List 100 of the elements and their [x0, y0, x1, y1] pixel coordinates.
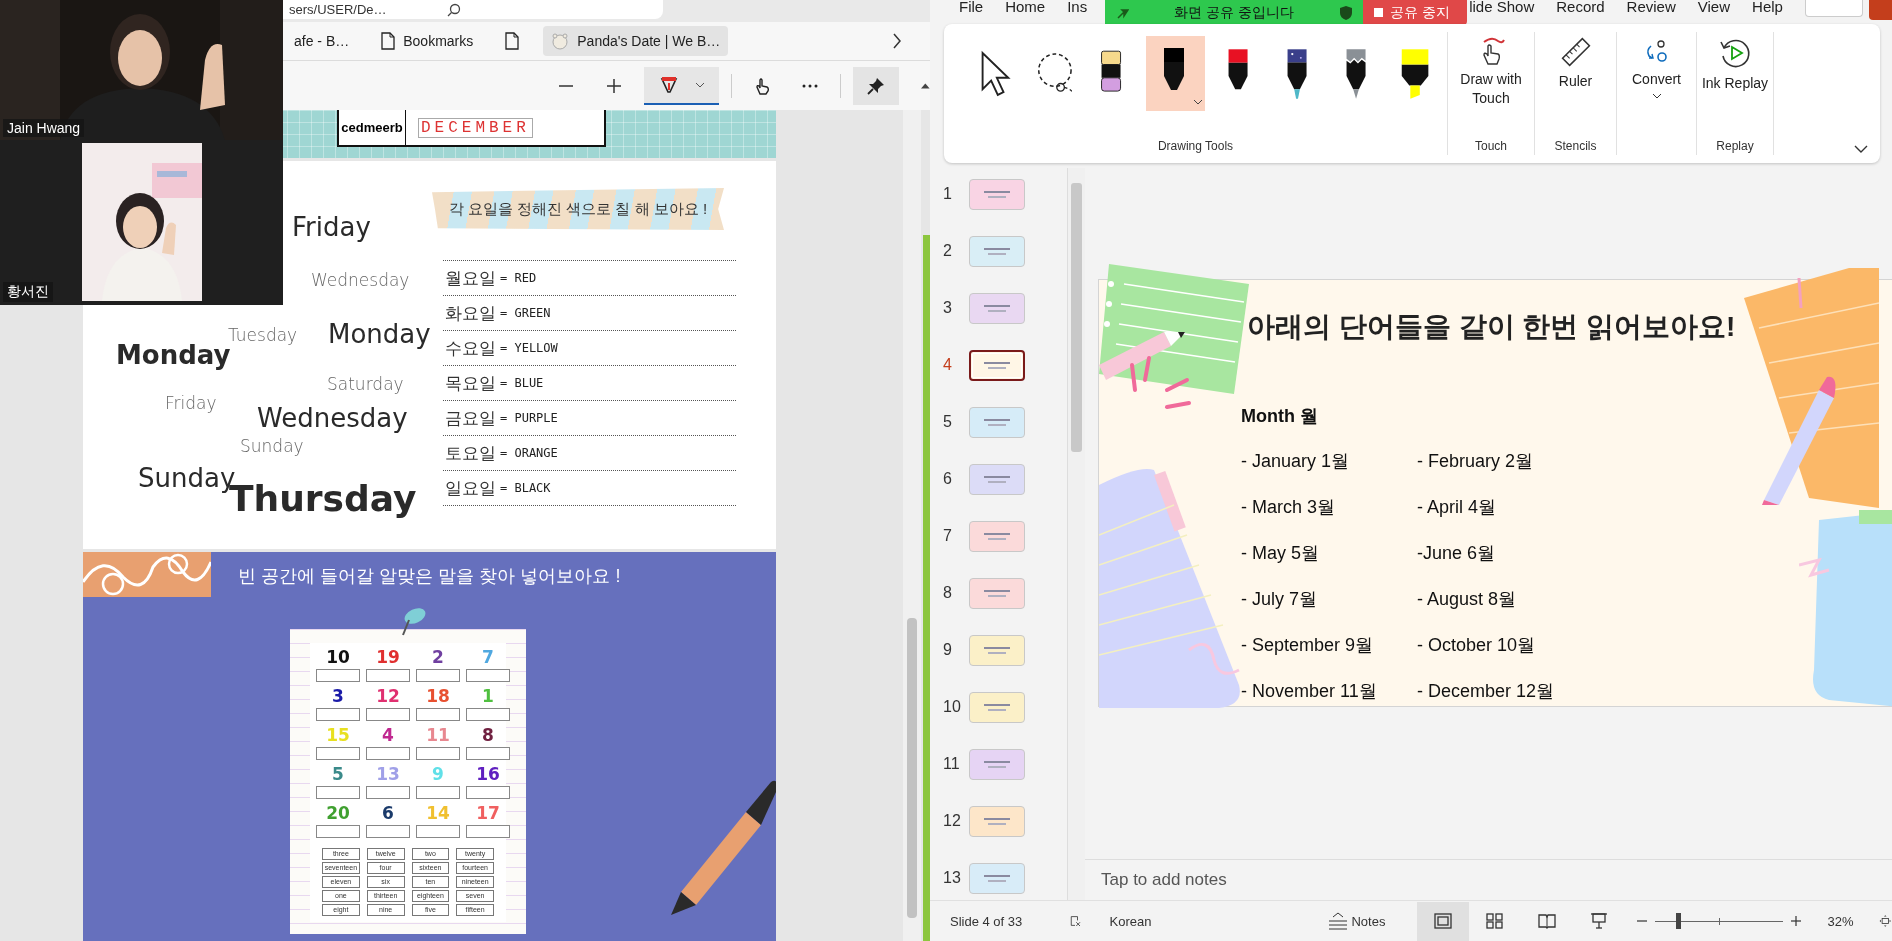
color-label: = BLACK — [500, 481, 551, 495]
group-label: Drawing Tools — [1157, 138, 1234, 155]
scrollbar-thumb[interactable] — [1071, 183, 1082, 452]
answer-blank — [416, 786, 460, 799]
ruler-button[interactable]: Ruler — [1556, 32, 1595, 95]
number-text: 10 — [326, 647, 350, 667]
day-word: Sunday — [240, 435, 304, 457]
draw-tool-button[interactable] — [644, 66, 719, 105]
menu-item[interactable]: Review — [1626, 0, 1676, 14]
number-text: 5 — [332, 764, 344, 784]
number-text: 1 — [482, 686, 494, 706]
touch-button[interactable]: Draw with Touch — [1453, 32, 1529, 112]
slide-thumbnail[interactable] — [969, 350, 1025, 381]
slide-number: 1 — [942, 184, 953, 203]
scrambled-word: cedmeerb — [341, 120, 403, 135]
shield-icon — [1339, 4, 1354, 21]
month-item: - May 5월 — [1241, 542, 1320, 565]
month-item: - March 3월 — [1241, 496, 1337, 519]
slide-number: 2 — [942, 241, 953, 260]
replay-button[interactable]: Ink Replay — [1699, 32, 1771, 97]
menu-item[interactable]: View — [1697, 0, 1731, 14]
month-item: - July 7월 — [1241, 588, 1319, 611]
slide-number: 9 — [942, 640, 953, 659]
group-label: Touch — [1475, 138, 1507, 155]
convert-button[interactable]: Convert — [1630, 32, 1683, 103]
sorter-view-icon — [1485, 911, 1506, 931]
search-icon[interactable] — [446, 2, 461, 17]
chevron-right-icon[interactable] — [892, 33, 902, 49]
number-text: 20 — [326, 803, 350, 823]
color-label: = GREEN — [500, 306, 551, 320]
pin-button[interactable] — [852, 66, 900, 105]
color-label: = YELLOW — [500, 341, 558, 355]
weekday-label: 수요일 — [445, 337, 496, 360]
answer-blank — [366, 747, 410, 760]
scrollbar[interactable] — [1067, 168, 1085, 900]
answer-blank — [316, 669, 360, 682]
weekday-label: 화요일 — [445, 302, 496, 325]
slide-number: 3 — [942, 298, 953, 317]
collapse-icon[interactable] — [1854, 145, 1868, 153]
slide-title: 아래의 단어들을 같이 한번 읽어보아요! — [1247, 310, 1736, 344]
handwritten-answer: DECEMBER — [418, 117, 533, 138]
share-button[interactable] — [1868, 0, 1892, 20]
color-label: = BLUE — [500, 376, 544, 390]
slide-number: 13 — [942, 868, 962, 887]
scrollbar[interactable] — [903, 110, 921, 941]
answer-blank — [316, 786, 360, 799]
month-item: - December 12월 — [1417, 680, 1555, 703]
day-word: Friday — [292, 212, 371, 244]
page-icon — [381, 32, 396, 50]
minus-icon — [558, 83, 575, 88]
menu-item[interactable]: Home — [1005, 0, 1046, 14]
slide-number: 8 — [942, 583, 953, 602]
page-icon — [505, 32, 520, 50]
slide-number: 12 — [942, 811, 962, 830]
answer-blank — [366, 708, 410, 721]
color-label: = RED — [500, 271, 537, 285]
month-item: - October 10월 — [1417, 634, 1537, 657]
address-field[interactable]: sers/USER/De… — [283, 0, 663, 19]
day-word: Wednesday — [257, 403, 408, 435]
month-item: - January 1월 — [1241, 450, 1351, 473]
day-word: Friday — [165, 392, 217, 414]
answer-blank — [366, 669, 410, 682]
number-text: 14 — [426, 803, 450, 823]
number-text: 11 — [426, 725, 450, 745]
group-label: Stencils — [1554, 138, 1597, 155]
zoom-slider-thumb[interactable] — [1675, 913, 1681, 929]
slide-number: 5 — [942, 412, 953, 431]
zoom-level[interactable]: 32% — [1827, 913, 1854, 929]
day-word: Tuesday — [228, 324, 298, 345]
menu-item[interactable]: File — [959, 0, 984, 14]
number-text: 16 — [476, 764, 500, 784]
answer-blank — [416, 708, 460, 721]
month-item: - September 9월 — [1241, 634, 1375, 657]
bookmark-link[interactable]: Bookmarks — [373, 26, 482, 56]
stop-sharing-button[interactable]: 공유 중지 — [1363, 0, 1468, 25]
stop-icon — [1373, 7, 1385, 18]
menu-item[interactable]: Ins — [1067, 0, 1088, 14]
weekday-label: 월요일 — [445, 267, 496, 290]
number-text: 4 — [382, 725, 394, 745]
menu-item[interactable]: Record — [1556, 0, 1605, 14]
menu-item[interactable]: Help — [1752, 0, 1783, 14]
number-text: 17 — [476, 803, 500, 823]
bookmark-link[interactable]: afe - B… — [286, 26, 358, 56]
menu-item[interactable]: lide Show — [1469, 0, 1535, 14]
pen-tool[interactable] — [1145, 36, 1205, 111]
scroll-up-icon[interactable] — [921, 81, 930, 90]
scrollbar-thumb[interactable] — [907, 618, 917, 918]
notes-icon — [1327, 912, 1350, 930]
banner-text: 각 요일을 정해진 색으로 칠 해 보아요 ! — [448, 199, 708, 219]
notes-field[interactable]: Tap to add notes — [1099, 869, 1503, 892]
participant-name: Jain Hwang — [3, 119, 85, 137]
bear-icon — [551, 32, 570, 50]
color-label: = PURPLE — [500, 411, 558, 425]
notes-button[interactable]: Notes — [1321, 911, 1392, 931]
bookmark-link[interactable]: Panda's Date | We B… — [543, 26, 729, 56]
answer-blank — [366, 825, 410, 838]
answer-blank — [366, 786, 410, 799]
answer-blank — [316, 825, 360, 838]
normal-view-button[interactable] — [1417, 901, 1470, 941]
language-label[interactable]: Korean — [1109, 913, 1152, 929]
